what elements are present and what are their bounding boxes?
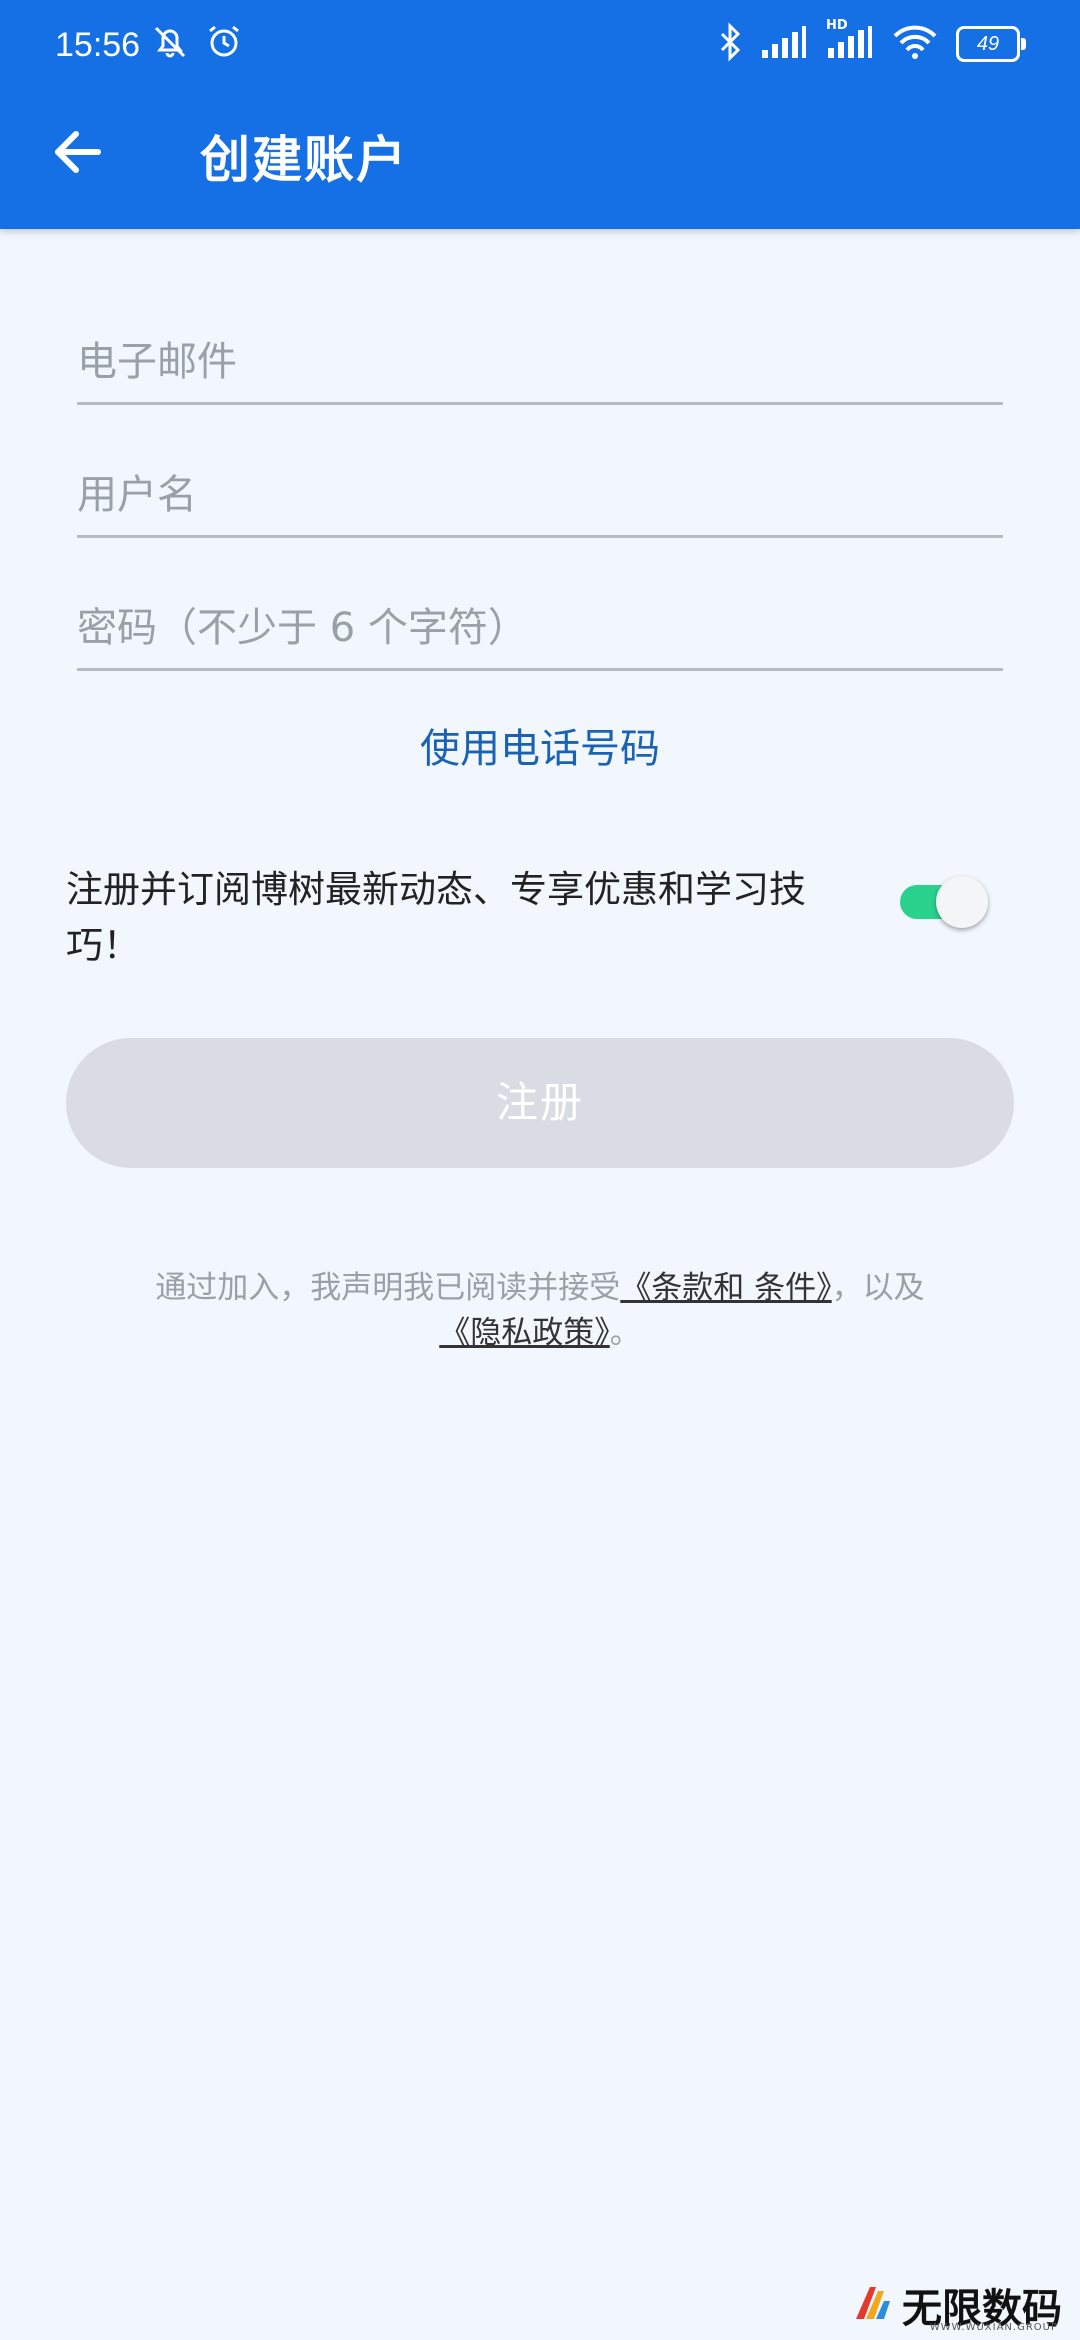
watermark-logo-icon bbox=[850, 2281, 894, 2329]
toggle-knob bbox=[936, 876, 988, 928]
bell-off-icon bbox=[150, 22, 190, 66]
use-phone-number-link[interactable]: 使用电话号码 bbox=[0, 716, 1080, 774]
back-button[interactable] bbox=[48, 122, 108, 182]
legal-middle: ，以及 bbox=[831, 1270, 925, 1306]
arrow-left-icon bbox=[55, 131, 101, 173]
legal-suffix: 。 bbox=[609, 1315, 641, 1351]
newsletter-optin-label: 注册并订阅博树最新动态、专享优惠和学习技巧！ bbox=[66, 868, 806, 967]
battery-icon: 49 bbox=[956, 26, 1026, 62]
email-input[interactable] bbox=[77, 322, 1003, 402]
password-input[interactable] bbox=[77, 588, 1003, 668]
newsletter-optin-toggle[interactable] bbox=[896, 876, 992, 928]
watermark: 无限数码 WWW.WUXIAN.GROUP bbox=[850, 2276, 1062, 2334]
page-title: 创建账户 bbox=[200, 131, 408, 189]
password-field[interactable] bbox=[77, 588, 1003, 671]
legal-prefix: 通过加入，我声明我已阅读并接受 bbox=[155, 1270, 621, 1306]
network-hd-label: HD bbox=[826, 18, 848, 33]
signal-hd-icon: HD bbox=[826, 18, 874, 66]
email-field[interactable] bbox=[77, 322, 1003, 405]
terms-link[interactable]: 《条款和 条件》 bbox=[620, 1270, 831, 1306]
username-field[interactable] bbox=[77, 455, 1003, 538]
app-bar: 15:56 HD 49 创建账户 bbox=[0, 0, 1080, 229]
privacy-policy-link[interactable]: 《隐私政策》 bbox=[439, 1315, 610, 1351]
status-left-icons bbox=[150, 22, 244, 66]
legal-notice: 通过加入，我声明我已阅读并接受《条款和 条件》，以及《隐私政策》。 bbox=[100, 1266, 980, 1356]
register-button[interactable]: 注册 bbox=[66, 1038, 1014, 1168]
watermark-site: WWW.WUXIAN.GROUP bbox=[929, 2322, 1058, 2333]
bluetooth-icon bbox=[718, 22, 742, 66]
username-input[interactable] bbox=[77, 455, 1003, 535]
wifi-icon bbox=[892, 22, 938, 66]
alarm-clock-icon bbox=[204, 22, 244, 66]
status-right-icons: HD 49 bbox=[718, 18, 1026, 66]
status-time: 15:56 bbox=[55, 26, 141, 64]
signal-icon bbox=[760, 22, 808, 66]
